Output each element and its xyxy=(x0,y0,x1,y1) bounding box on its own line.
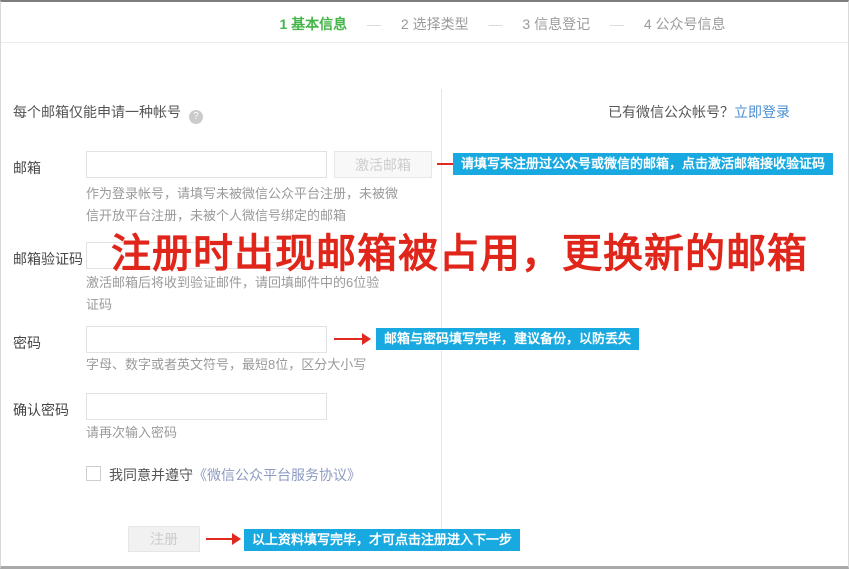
password-hint: 字母、数字或者英文符号，最短8位，区分大小写 xyxy=(86,354,416,376)
red-arrow-icon xyxy=(206,538,232,540)
email-callout: 请填写未注册过公众号或微信的邮箱，点击激活邮箱接收验证码 xyxy=(453,153,833,175)
agreement-label: 我同意并遵守《微信公众平台服务协议》 xyxy=(109,465,361,485)
confirm-password-hint: 请再次输入密码 xyxy=(86,422,177,444)
step-basic-info: 1 基本信息 xyxy=(279,16,347,32)
login-now-link[interactable]: 立即登录 xyxy=(734,104,790,120)
step-separator: — xyxy=(489,16,503,32)
email-limit-note: 每个邮箱仅能申请一种帐号 ? xyxy=(13,102,203,124)
email-label: 邮箱 xyxy=(13,158,41,178)
confirm-password-input[interactable] xyxy=(86,393,327,420)
password-label: 密码 xyxy=(13,333,41,353)
red-arrow-icon xyxy=(334,338,362,340)
existing-account-line: 已有微信公众帐号？立即登录 xyxy=(608,102,790,122)
registration-page: 1 基本信息 — 2 选择类型 — 3 信息登记 — 4 公众号信息 每个邮箱仅… xyxy=(0,0,849,569)
step-info-registration: 3 信息登记 xyxy=(522,16,590,32)
confirm-password-label: 确认密码 xyxy=(13,400,69,420)
step-separator: — xyxy=(610,16,624,32)
step-account-info: 4 公众号信息 xyxy=(644,16,726,32)
step-separator: — xyxy=(367,16,381,32)
email-input[interactable] xyxy=(86,151,327,178)
email-limit-note-text: 每个邮箱仅能申请一种帐号 xyxy=(13,104,181,120)
service-agreement-link[interactable]: 《微信公众平台服务协议》 xyxy=(193,467,361,483)
register-button[interactable]: 注册 xyxy=(128,526,200,552)
activate-email-button[interactable]: 激活邮箱 xyxy=(334,151,432,178)
existing-account-prompt: 已有微信公众帐号？ xyxy=(608,104,734,120)
email-code-label: 邮箱验证码 xyxy=(13,249,83,269)
question-circle-icon[interactable]: ? xyxy=(189,110,203,124)
column-divider xyxy=(441,89,442,552)
steps-header: 1 基本信息 — 2 选择类型 — 3 信息登记 — 4 公众号信息 xyxy=(1,2,848,43)
agreement-checkbox[interactable] xyxy=(86,466,101,481)
submit-callout: 以上资料填写完毕，才可点击注册进入下一步 xyxy=(244,529,520,551)
agreement-prefix: 我同意并遵守 xyxy=(109,467,193,483)
password-input[interactable] xyxy=(86,326,327,353)
step-choose-type: 2 选择类型 xyxy=(401,16,469,32)
red-annotation-text: 注册时出现邮箱被占用，更换新的邮箱 xyxy=(111,221,849,279)
step-indicator: 1 基本信息 — 2 选择类型 — 3 信息登记 — 4 公众号信息 xyxy=(79,14,849,34)
password-callout: 邮箱与密码填写完毕，建议备份，以防丢失 xyxy=(376,328,639,350)
